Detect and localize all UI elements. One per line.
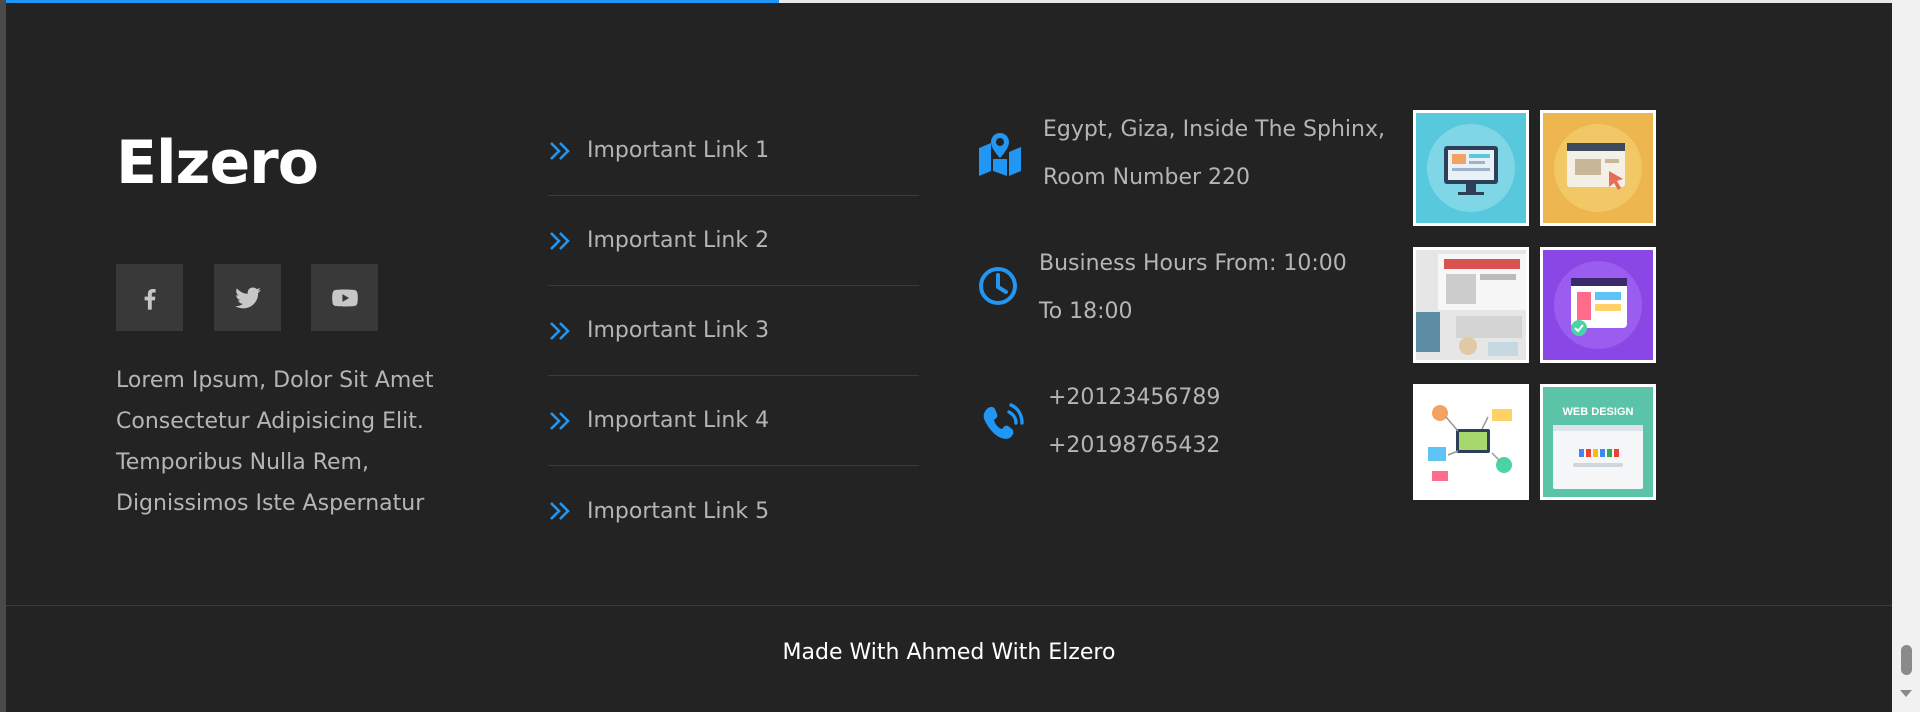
browser-cursor-illustration-icon xyxy=(1543,113,1653,223)
scrollbar-thumb[interactable] xyxy=(1901,645,1912,675)
web-design-thumbnail-icon: WEB DESIGN xyxy=(1543,387,1653,497)
scroll-progress-bar xyxy=(6,0,780,3)
twitter-icon xyxy=(234,287,261,308)
important-link-1[interactable]: Important Link 1 xyxy=(548,106,919,196)
double-chevron-right-icon xyxy=(550,321,570,340)
facebook-button[interactable] xyxy=(116,264,183,331)
footer-divider xyxy=(6,605,1892,606)
phone-number-1[interactable]: +20123456789 xyxy=(1048,374,1220,422)
phone-number-2[interactable]: +20198765432 xyxy=(1048,422,1220,470)
clock-icon xyxy=(979,267,1017,305)
important-link-2[interactable]: Important Link 2 xyxy=(548,196,919,286)
double-chevron-right-icon xyxy=(550,411,570,430)
page-scrollbar[interactable] xyxy=(1892,0,1920,712)
link-label: Important Link 1 xyxy=(587,138,770,163)
youtube-icon xyxy=(331,288,358,307)
gallery-image-4[interactable] xyxy=(1540,247,1656,363)
important-link-5[interactable]: Important Link 5 xyxy=(548,466,919,556)
facebook-icon xyxy=(144,288,156,310)
important-link-4[interactable]: Important Link 4 xyxy=(548,376,919,466)
gallery-image-5[interactable] xyxy=(1413,384,1529,500)
footer-credit: Made With Ahmed With Elzero xyxy=(782,640,1116,665)
link-label: Important Link 2 xyxy=(587,228,770,253)
important-link-3[interactable]: Important Link 3 xyxy=(548,286,919,376)
double-chevron-right-icon xyxy=(550,231,570,250)
hours-line-2: To 18:00 xyxy=(1039,299,1133,324)
link-label: Important Link 3 xyxy=(587,318,770,343)
phone-volume-icon xyxy=(983,403,1024,439)
link-label: Important Link 4 xyxy=(587,408,770,433)
twitter-button[interactable] xyxy=(214,264,281,331)
gallery-image-1[interactable] xyxy=(1413,110,1529,226)
scroll-down-arrow-icon[interactable] xyxy=(1900,690,1912,697)
important-links-list: Important Link 1 Important Link 2 Import… xyxy=(548,106,919,556)
app-ui-illustration-icon xyxy=(1543,250,1653,360)
hours-line-1: Business Hours From: 10:00 xyxy=(1039,251,1347,276)
double-chevron-right-icon xyxy=(550,141,570,160)
marketing-illustration-icon xyxy=(1416,387,1526,497)
link-label: Important Link 5 xyxy=(587,498,770,524)
address-line-1: Egypt, Giza, Inside The Sphinx, xyxy=(1043,117,1385,142)
address-line-2: Room Number 220 xyxy=(1043,165,1251,190)
youtube-button[interactable] xyxy=(311,264,378,331)
gallery-image-6[interactable]: WEB DESIGN xyxy=(1540,384,1656,500)
workspace-photo-icon xyxy=(1416,250,1526,360)
map-location-icon xyxy=(979,133,1021,176)
web-design-caption: WEB DESIGN xyxy=(1563,406,1634,418)
desktop-illustration-icon xyxy=(1416,113,1526,223)
footer-about-text: Lorem Ipsum, Dolor Sit Amet Consectetur … xyxy=(116,368,434,516)
footer-brand: Elzero xyxy=(116,128,319,198)
double-chevron-right-icon xyxy=(550,502,570,520)
gallery-image-3[interactable] xyxy=(1413,247,1529,363)
gallery-image-2[interactable] xyxy=(1540,110,1656,226)
